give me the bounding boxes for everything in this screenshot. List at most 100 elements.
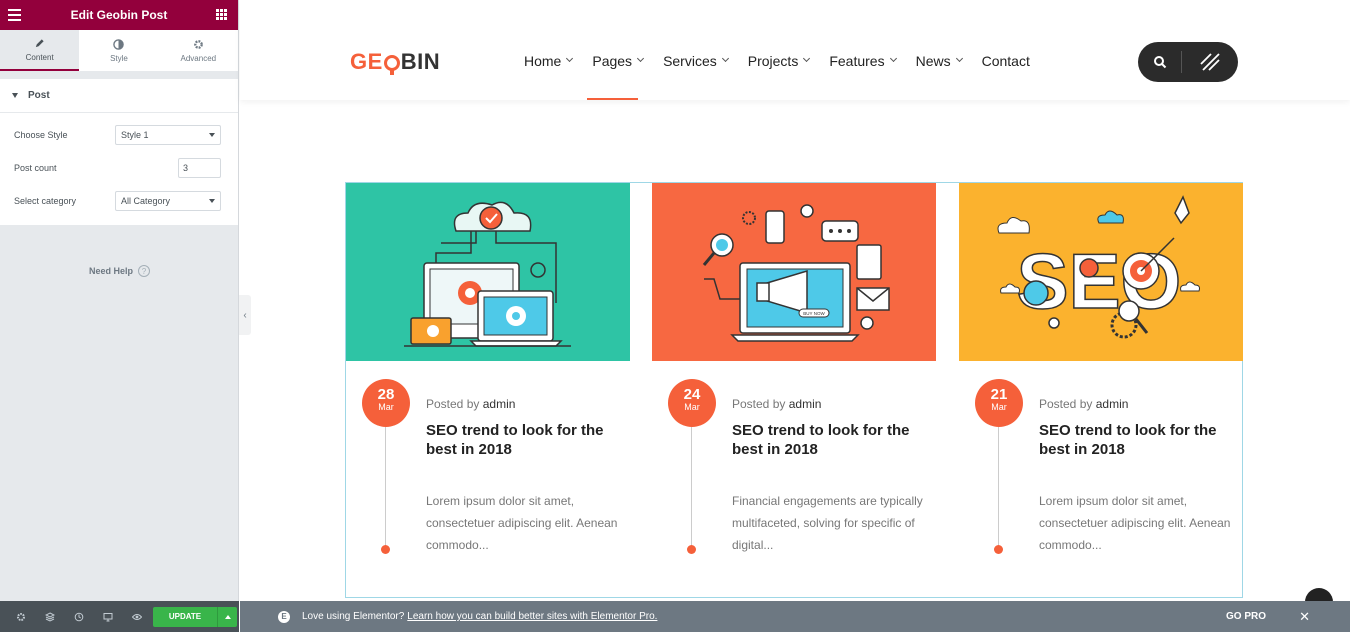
style-select[interactable]: Style 1: [115, 124, 221, 145]
post-count-input[interactable]: 3: [178, 157, 221, 178]
post-controls: Choose Style Style 1 Post count 3 Select…: [0, 112, 238, 225]
tab-label: Style: [110, 53, 128, 63]
update-button[interactable]: UPDATE: [153, 606, 217, 627]
timeline-line: [998, 427, 999, 547]
control-post-count: Post count 3: [0, 151, 238, 184]
post-excerpt: Lorem ipsum dolor sit amet, consectetuer…: [1039, 494, 1231, 552]
panel-header: Edit Geobin Post: [0, 0, 238, 30]
nav-label: Projects: [747, 53, 799, 69]
logo-part: BIN: [400, 49, 441, 74]
section-post-toggle[interactable]: Post: [0, 79, 238, 112]
post-card: SEO 21 Mar Posted by admin SEO trend to …: [959, 183, 1243, 554]
chevron-down-icon: [637, 54, 645, 63]
post-date-badge: 21 Mar: [975, 379, 1023, 427]
post-meta: Posted by admin: [426, 397, 515, 411]
collapse-panel-button[interactable]: ‹: [239, 295, 251, 335]
posted-by-label: Posted by: [732, 397, 786, 411]
post-month: Mar: [991, 402, 1007, 412]
tab-advanced[interactable]: Advanced: [159, 30, 238, 71]
update-group: UPDATE: [153, 606, 237, 627]
hamburger-menu-icon[interactable]: [8, 9, 21, 24]
post-card: BUY NOW 24 Mar Posted by admin SEO trend …: [652, 183, 936, 554]
post-image[interactable]: [346, 183, 630, 361]
post-month: Mar: [378, 402, 394, 412]
nav-label: Pages: [592, 53, 633, 69]
elementor-logo-icon: E: [278, 610, 290, 623]
control-label: Post count: [14, 162, 57, 173]
post-excerpt: Lorem ipsum dolor sit amet, consectetuer…: [426, 494, 618, 552]
eye-icon: [131, 613, 142, 620]
chevron-down-icon: [955, 54, 963, 63]
post-author[interactable]: admin: [483, 397, 516, 411]
history-icon: [74, 612, 83, 621]
logo-part: GE: [350, 49, 383, 74]
nav-item-services[interactable]: Services: [663, 53, 729, 69]
post-author[interactable]: admin: [1096, 397, 1129, 411]
question-icon: ?: [138, 265, 150, 277]
site-logo[interactable]: GE BIN: [350, 49, 440, 75]
need-help-link[interactable]: Need Help ?: [0, 265, 239, 277]
timeline-dot: [381, 545, 390, 554]
category-select[interactable]: All Category: [115, 190, 221, 211]
panel-footer: UPDATE: [0, 601, 239, 632]
help-label: Need Help: [88, 266, 133, 276]
site-header: GE BIN Home Pages Services Projects Featu…: [240, 0, 1350, 100]
elementor-panel: Edit Geobin Post Content Style Advanced …: [0, 0, 239, 632]
settings-button[interactable]: [6, 612, 35, 622]
desktop-icon: [103, 612, 112, 621]
nav-item-news[interactable]: News: [916, 53, 963, 69]
post-meta: Posted by admin: [1039, 397, 1128, 411]
post-day: 28: [377, 386, 395, 403]
location-pin-icon: [383, 55, 400, 75]
timeline-dot: [994, 545, 1003, 554]
timeline-line: [385, 427, 386, 547]
dropdown-arrow-icon: [209, 198, 215, 203]
history-button[interactable]: [64, 612, 93, 622]
promo-link[interactable]: Learn how you can build better sites wit…: [407, 611, 657, 622]
chevron-down-icon: [889, 54, 897, 63]
nav-item-contact[interactable]: Contact: [982, 53, 1030, 69]
go-pro-button[interactable]: GO PRO: [1226, 611, 1266, 622]
caret-down-icon: [12, 93, 18, 98]
nav-item-pages[interactable]: Pages: [592, 53, 645, 69]
post-month: Mar: [684, 402, 700, 412]
close-icon[interactable]: ✕: [1299, 609, 1310, 625]
posted-by-label: Posted by: [426, 397, 480, 411]
post-title[interactable]: SEO trend to look for the best in 2018: [732, 421, 922, 459]
update-options-button[interactable]: [217, 606, 237, 627]
promo-text: Love using Elementor?: [302, 611, 405, 622]
responsive-button[interactable]: [93, 612, 122, 622]
tab-style[interactable]: Style: [79, 30, 158, 71]
nav-item-features[interactable]: Features: [829, 53, 897, 69]
post-image[interactable]: BUY NOW: [652, 183, 936, 361]
post-image[interactable]: SEO: [959, 183, 1243, 361]
post-excerpt: Financial engagements are typically mult…: [732, 494, 923, 552]
devices-illustration-icon: [404, 201, 571, 347]
nav-label: Home: [524, 53, 562, 69]
preview-button[interactable]: [122, 612, 151, 622]
post-title[interactable]: SEO trend to look for the best in 2018: [1039, 421, 1229, 459]
navigator-button[interactable]: [35, 611, 64, 622]
tab-content[interactable]: Content: [0, 30, 80, 71]
chevron-down-icon: [566, 54, 574, 63]
tab-label: Content: [25, 52, 54, 62]
timeline-dot: [687, 545, 696, 554]
control-select-category: Select category All Category: [0, 184, 238, 217]
posted-by-label: Posted by: [1039, 397, 1093, 411]
widgets-grid-icon[interactable]: [216, 9, 227, 20]
main-nav: Home Pages Services Projects Features Ne…: [524, 53, 1050, 69]
gear-icon: [16, 612, 25, 621]
search-icon[interactable]: [1153, 55, 1167, 69]
post-title[interactable]: SEO trend to look for the best in 2018: [426, 421, 616, 459]
header-actions: [1138, 42, 1238, 82]
control-label: Select category: [14, 195, 77, 206]
nav-item-home[interactable]: Home: [524, 53, 574, 69]
blog-post-grid: 28 Mar Posted by admin SEO trend to look …: [345, 182, 1243, 598]
offcanvas-menu-icon[interactable]: [1199, 52, 1221, 72]
nav-item-projects[interactable]: Projects: [747, 53, 811, 69]
post-author[interactable]: admin: [789, 397, 822, 411]
layers-icon: [44, 611, 55, 622]
half-circle-icon: [113, 38, 125, 50]
post-image-text: BUY NOW: [803, 311, 825, 316]
nav-label: Services: [663, 53, 717, 69]
